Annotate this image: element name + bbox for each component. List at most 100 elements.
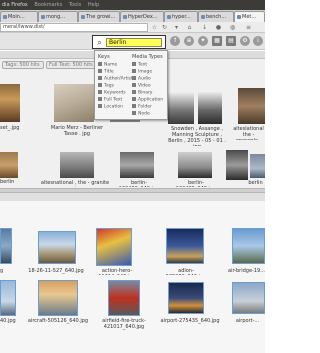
favicon-icon xyxy=(3,15,7,19)
filter-chip-tags[interactable]: Tags: 500 hits xyxy=(2,61,44,69)
result-thumbnail[interactable] xyxy=(238,88,265,124)
key-option-fulltext[interactable]: Full Text xyxy=(98,97,122,104)
dropdown-arrow-icon[interactable]: ▾ xyxy=(172,23,181,32)
browser-tab[interactable]: The growi... xyxy=(78,11,120,22)
tab-label: hyper... xyxy=(172,14,191,20)
result-thumbnail[interactable] xyxy=(232,228,265,264)
key-option-tags[interactable]: Tags xyxy=(98,83,114,90)
favicon-icon xyxy=(237,15,241,19)
checkbox-icon xyxy=(132,90,136,94)
result-thumbnail[interactable] xyxy=(232,282,265,314)
result-thumbnail[interactable] xyxy=(178,152,212,178)
result-thumbnail[interactable] xyxy=(0,228,12,264)
upload-icon[interactable]: ↑ xyxy=(170,36,180,46)
bookmark-star-icon[interactable]: ☆ xyxy=(150,23,159,32)
media-option-folder[interactable]: Folder xyxy=(132,104,152,111)
option-label: Name xyxy=(104,62,118,68)
tab-label: mong... xyxy=(46,14,66,20)
browser-tab[interactable]: hyper... xyxy=(164,11,198,22)
result-thumbnail[interactable] xyxy=(60,152,94,178)
result-caption: Snowden , Assange , Manning Sculpture , … xyxy=(168,126,226,146)
result-caption: Mario Merz - Berliner Tasse . jpg xyxy=(50,125,104,137)
result-caption: airport-275435_640.jpg xyxy=(160,318,220,324)
result-thumbnail[interactable] xyxy=(108,280,140,316)
filter-chip-fulltext[interactable]: Full Text: 500 hits xyxy=(46,61,98,69)
checkbox-icon xyxy=(98,97,102,101)
media-option-text[interactable]: Text xyxy=(132,62,147,69)
grid-view-icon[interactable]: ▦ xyxy=(212,36,222,46)
result-thumbnail[interactable] xyxy=(166,228,204,264)
browser-tab[interactable]: HyperDex... xyxy=(120,11,164,22)
reload-icon[interactable]: ↻ xyxy=(160,23,169,32)
key-option-location[interactable]: Location xyxy=(98,104,123,111)
menu-help[interactable]: Help xyxy=(88,2,99,8)
option-label: Folder xyxy=(138,104,152,110)
option-label: Title xyxy=(104,69,114,75)
option-label: Location xyxy=(104,104,124,110)
option-label: Text xyxy=(138,62,148,68)
media-option-image[interactable]: Image xyxy=(132,69,152,76)
media-option-application[interactable]: Application xyxy=(132,97,163,104)
browser-tab[interactable]: mong... xyxy=(38,11,78,22)
result-thumbnail[interactable] xyxy=(38,280,78,316)
menu-bookmarks[interactable]: Bookmarks xyxy=(34,2,62,8)
result-caption: action-hero-11214_640.jpg xyxy=(98,268,135,275)
result-thumbnail[interactable] xyxy=(54,84,94,122)
info-icon[interactable]: i xyxy=(253,36,263,46)
media-option-binary[interactable]: Binary xyxy=(132,90,152,97)
browser-tab-active[interactable]: Met... xyxy=(234,11,265,22)
result-thumbnail[interactable] xyxy=(38,231,76,264)
url-bar[interactable]: meral/lwww.dist/ xyxy=(0,23,148,32)
result-thumbnail[interactable] xyxy=(0,280,16,316)
download-icon[interactable]: ↓ xyxy=(200,23,209,32)
key-option-name[interactable]: Name xyxy=(98,62,117,69)
zoom-icon[interactable]: ⊕ xyxy=(184,36,194,46)
search-input[interactable]: Berlin xyxy=(106,38,162,47)
result-caption: 18-26-11-527_640.jpg xyxy=(28,268,84,274)
home-icon[interactable]: ⌂ xyxy=(185,23,194,32)
media-option-video[interactable]: Video xyxy=(132,83,151,90)
menu-icon[interactable]: ≡ xyxy=(244,23,253,32)
search-icon[interactable]: ⌕ xyxy=(94,37,105,48)
option-label: Application xyxy=(138,97,164,103)
result-thumbnail[interactable] xyxy=(198,92,222,124)
checkbox-icon xyxy=(98,83,102,87)
key-option-keywords[interactable]: Keywords xyxy=(98,90,126,97)
list-view-icon[interactable]: ▤ xyxy=(226,36,236,46)
result-thumbnail[interactable] xyxy=(96,228,132,266)
settings-icon[interactable]: ⚙ xyxy=(240,36,250,46)
network-icon[interactable]: ✦ xyxy=(198,36,208,46)
panel-header xyxy=(0,193,265,201)
checkbox-icon xyxy=(132,62,136,66)
result-thumbnail[interactable] xyxy=(0,152,18,178)
option-label: Tags xyxy=(104,83,114,89)
result-thumbnail[interactable] xyxy=(120,152,154,178)
checkbox-icon xyxy=(132,83,136,87)
globe-icon[interactable]: ◍ xyxy=(228,23,237,32)
window-title: dia Firefox xyxy=(2,2,28,8)
checkbox-icon xyxy=(98,76,102,80)
result-caption: 40.jpg xyxy=(0,318,16,324)
result-caption: adlon-505900_640.jpg xyxy=(166,268,206,275)
result-thumbnail[interactable] xyxy=(168,92,194,124)
media-option-audio[interactable]: Audio xyxy=(132,76,151,83)
result-thumbnail[interactable] xyxy=(0,84,20,122)
key-option-author[interactable]: Author/Artist xyxy=(98,76,133,83)
favicon-icon xyxy=(81,15,85,19)
menu-tools[interactable]: Tools xyxy=(69,2,81,8)
result-thumbnail[interactable] xyxy=(168,282,204,314)
result-thumbnail[interactable] xyxy=(250,154,265,178)
browser-tab[interactable]: Moin... xyxy=(0,11,38,22)
lock-icon[interactable]: ● xyxy=(214,23,223,32)
checkbox-icon xyxy=(132,76,136,80)
checkbox-icon xyxy=(98,69,102,73)
checkbox-icon xyxy=(132,97,136,101)
key-option-title[interactable]: Title xyxy=(98,69,114,76)
favicon-icon xyxy=(41,15,45,19)
media-option-node[interactable]: Node xyxy=(132,111,150,118)
result-thumbnail[interactable] xyxy=(226,150,248,180)
browser-tab[interactable]: bench... xyxy=(198,11,234,22)
search-box: ⌕ Berlin xyxy=(92,35,166,49)
option-label: Image xyxy=(138,69,153,75)
favicon-icon xyxy=(201,15,205,19)
